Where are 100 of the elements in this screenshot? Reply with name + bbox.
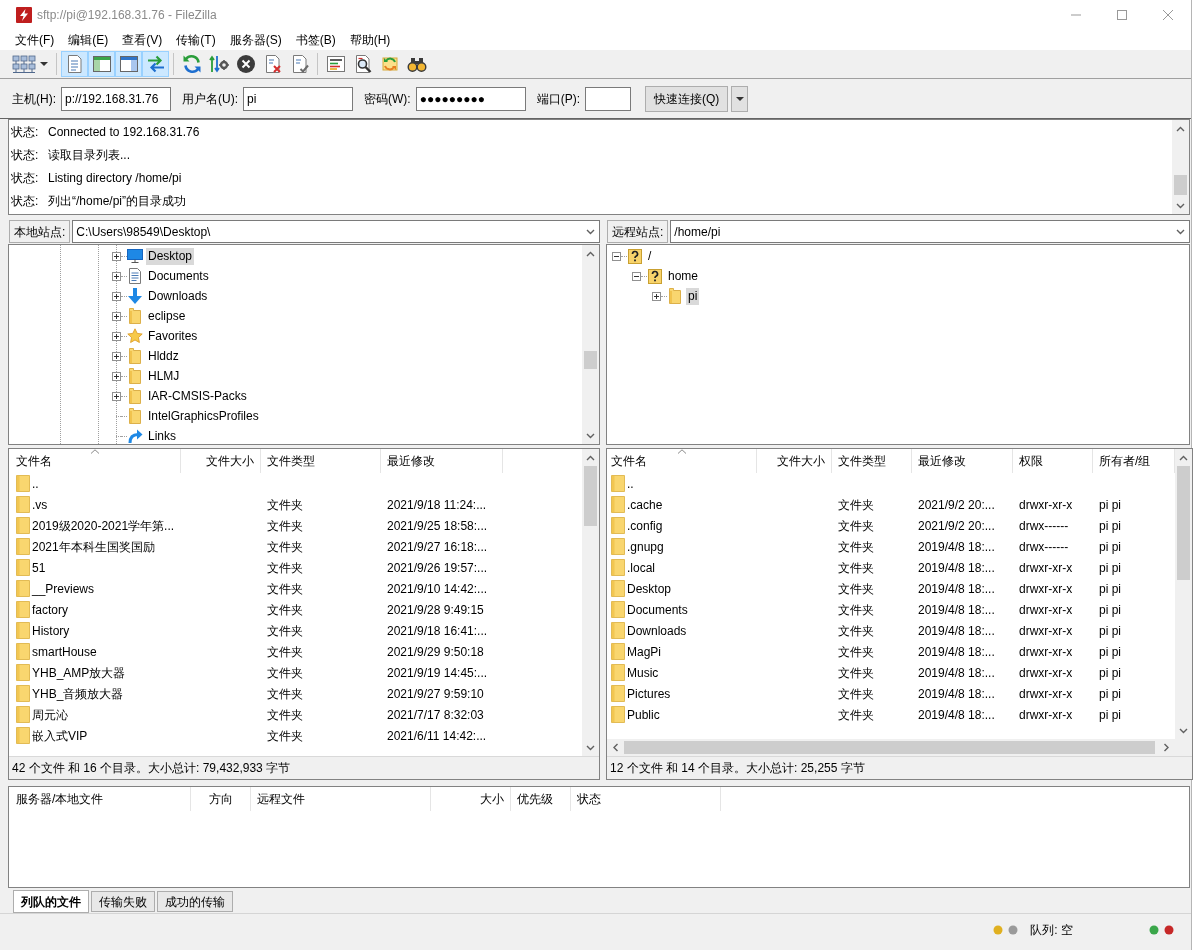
file-name[interactable]: .gnupg [627,537,664,556]
tree-item[interactable]: home [666,267,701,285]
file-name[interactable]: Desktop [627,579,672,598]
plus-box-icon[interactable] [112,291,121,301]
file-name[interactable]: .. [32,474,39,493]
file-name[interactable]: 2019级2020-2021学年第... [32,516,175,535]
tree-item[interactable]: / [646,247,654,265]
app-logo-icon [16,7,32,23]
plus-box-icon[interactable] [112,251,121,261]
permissions: drwxr-xr-x [1019,665,1073,680]
toggle-button[interactable] [61,51,88,77]
file-name[interactable]: __Previews [32,579,95,598]
tab[interactable]: 成功的传输 [157,891,233,912]
tree-item[interactable]: pi [686,287,700,305]
scrollbar-thumb[interactable] [584,351,597,370]
plus-box-icon[interactable] [112,331,121,341]
file-name[interactable]: Music [627,663,659,682]
port-field[interactable] [585,86,631,111]
column-header[interactable]: 方向 [191,787,251,811]
file-name[interactable]: .config [627,516,663,535]
column-header[interactable]: 最近修改 [381,449,503,473]
dropdown-button[interactable] [731,85,749,112]
scrollbar[interactable] [1175,449,1192,739]
column-header[interactable]: 文件大小 [181,449,261,473]
host-field[interactable]: p://192.168.31.76 [61,86,171,111]
minus-box-icon[interactable] [632,271,641,281]
menu-item[interactable]: 帮助(H) [342,31,398,49]
file-name[interactable]: 2021年本科生国奖国励 [32,537,155,556]
scrollbar-thumb[interactable] [624,741,1155,754]
tree-item[interactable]: Hlddz [146,347,181,365]
file-name[interactable]: MagPi [627,642,661,661]
tree-item[interactable]: IAR-CMSIS-Packs [146,387,249,405]
column-header[interactable]: 远程文件 [251,787,431,811]
plus-box-icon[interactable] [112,351,121,361]
tree-item[interactable]: Documents [146,267,211,285]
column-header[interactable]: 文件名 [9,449,181,473]
tree-item[interactable]: Desktop [146,247,195,265]
column-header[interactable]: 大小 [431,787,511,811]
menu-item[interactable]: 编辑(E) [61,31,116,49]
menu-item[interactable]: 文件(F) [8,31,62,49]
menu-item[interactable]: 服务器(S) [222,31,289,49]
plus-box-icon[interactable] [112,311,121,321]
menu-item[interactable]: 书签(B) [288,31,343,49]
plus-box-icon[interactable] [112,271,121,281]
file-name[interactable]: Pictures [627,684,671,703]
plus-box-icon[interactable] [112,371,121,381]
file-name[interactable]: 51 [32,558,46,577]
file-name[interactable]: Documents [627,600,688,619]
scrollbar[interactable] [1172,120,1189,214]
scrollbar-thumb[interactable] [1174,174,1187,195]
tab[interactable]: 传输失败 [91,891,155,912]
toggle-button[interactable] [88,51,115,77]
file-name[interactable]: .. [627,474,634,493]
menu-item[interactable]: 查看(V) [115,31,170,49]
tree-item[interactable]: HLMJ [146,367,182,385]
column-header[interactable]: 文件大小 [757,449,832,473]
column-header[interactable]: 最近修改 [912,449,1013,473]
file-name[interactable]: 周元沁 [32,705,68,724]
toggle-button[interactable] [115,51,142,77]
path-combobox[interactable]: C:\Users\98549\Desktop\ [72,220,600,243]
scrollbar[interactable] [582,449,599,756]
file-type: 文件夹 [267,518,303,533]
toggle-button[interactable] [142,51,169,77]
scrollbar[interactable] [582,245,599,444]
scrollbar-thumb[interactable] [584,466,597,526]
file-name[interactable]: History [32,621,70,640]
file-name[interactable]: smartHouse [32,642,97,661]
tab[interactable]: 列队的文件 [13,890,89,913]
tree-item[interactable]: Links [146,427,178,445]
queue-status: 队列: 空 [1030,922,1073,939]
username-field[interactable]: pi [243,86,353,111]
path-combobox[interactable]: /home/pi [670,220,1190,243]
quickconnect-button[interactable]: 快速连接(Q) [645,85,729,112]
tree-item[interactable]: Favorites [146,327,200,345]
column-header[interactable]: 服务器/本地文件 [9,787,191,811]
scrollbar[interactable] [607,739,1175,756]
file-name[interactable]: Downloads [627,621,687,640]
column-header[interactable]: 状态 [571,787,721,811]
file-name[interactable]: YHB_音频放大器 [32,684,124,703]
column-header[interactable]: 文件名 [607,449,757,473]
file-name[interactable]: .vs [32,495,48,514]
tree-item[interactable]: eclipse [146,307,188,325]
file-name[interactable]: .local [627,558,655,577]
file-name[interactable]: Public [627,705,660,724]
column-header[interactable]: 文件类型 [832,449,912,473]
column-header[interactable]: 优先级 [511,787,571,811]
password-field[interactable]: ●●●●●●●●● [415,86,526,111]
plus-box-icon[interactable] [652,291,661,301]
menu-item[interactable]: 传输(T) [169,31,223,49]
column-header[interactable]: 权限 [1013,449,1093,473]
minus-box-icon[interactable] [612,251,621,261]
tree-item[interactable]: IntelGraphicsProfiles [146,407,261,425]
file-name[interactable]: 嵌入式VIP [32,726,88,745]
column-header[interactable]: 文件类型 [261,449,381,473]
tree-item[interactable]: Downloads [146,287,210,305]
plus-box-icon[interactable] [112,391,121,401]
file-name[interactable]: factory [32,600,68,619]
file-name[interactable]: YHB_AMP放大器 [32,663,126,682]
scrollbar-thumb[interactable] [1177,466,1190,580]
file-name[interactable]: .cache [627,495,663,514]
